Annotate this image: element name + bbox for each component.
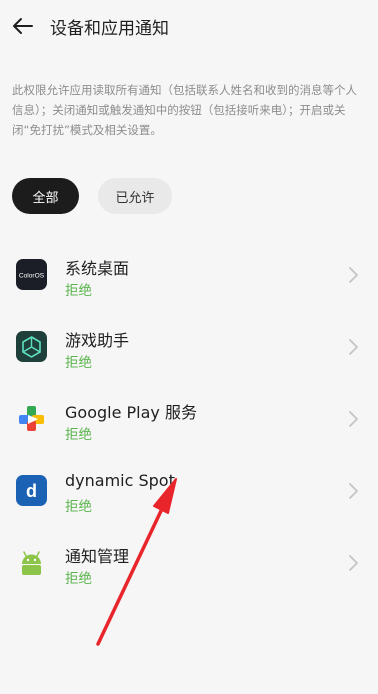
arrow-left-icon[interactable] (10, 13, 36, 39)
chevron-right-icon (349, 267, 358, 283)
coloros-icon: ColorOS (16, 259, 47, 290)
page-title: 设备和应用通知 (50, 19, 169, 39)
filter-allowed-chip[interactable]: 已允许 (98, 178, 172, 214)
chevron-right-icon (349, 555, 358, 571)
chevron-right-icon (349, 483, 358, 499)
app-name: 系统桌面 (65, 259, 130, 278)
permission-description: 此权限允许应用读取所有通知（包括联系人姓名和收到的消息等个人信息）；关闭通知或触… (12, 83, 357, 137)
app-row-google-play-services[interactable]: Google Play 服务 拒绝 (0, 382, 378, 443)
chevron-right-icon (349, 411, 358, 427)
app-name: dynamic Spot (65, 471, 175, 490)
app-row-dynamic-spot[interactable]: d dynamic Spot 拒绝 (0, 454, 378, 515)
svg-text:d: d (26, 481, 37, 501)
filter-tabs: 全部 已允许 (12, 178, 312, 214)
app-name: Google Play 服务 (65, 403, 197, 422)
game-assistant-icon (16, 331, 47, 362)
app-row-notification-manager[interactable]: 通知管理 拒绝 (0, 526, 378, 587)
app-name: 通知管理 (65, 547, 130, 566)
app-row-game-assistant[interactable]: 游戏助手 拒绝 (0, 310, 378, 371)
app-status: 拒绝 (65, 499, 92, 515)
svg-text:ColorOS: ColorOS (19, 273, 45, 280)
app-status: 拒绝 (65, 571, 92, 587)
android-icon (22, 551, 41, 575)
app-status: 拒绝 (65, 427, 92, 443)
app-row-system-launcher[interactable]: ColorOS 系统桌面 拒绝 (0, 238, 378, 299)
filter-all-chip[interactable]: 全部 (12, 178, 79, 214)
chevron-right-icon (349, 339, 358, 355)
app-name: 游戏助手 (65, 331, 130, 350)
google-play-services-icon (19, 406, 44, 431)
app-status: 拒绝 (65, 283, 92, 299)
dynamic-spot-icon: d (16, 475, 47, 506)
top-bar: 设备和应用通知 (0, 0, 378, 52)
app-status: 拒绝 (65, 355, 92, 371)
